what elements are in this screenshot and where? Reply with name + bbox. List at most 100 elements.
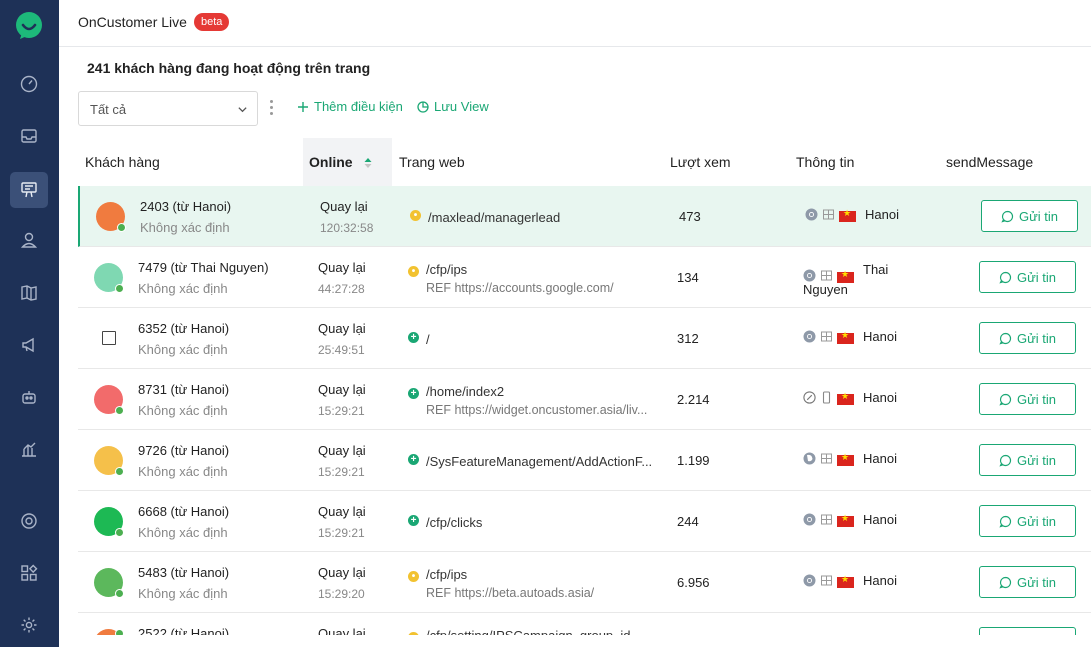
send-message-button[interactable]: Gửi tin xyxy=(981,200,1078,232)
chrome-browser-icon xyxy=(803,513,816,529)
sidebar-item-settings[interactable] xyxy=(10,607,48,643)
windows-device-icon xyxy=(820,452,833,468)
column-header-page[interactable]: Trang web xyxy=(399,138,465,186)
windows-device-icon xyxy=(820,330,833,346)
online-status-dot xyxy=(115,528,124,537)
safari-browser-icon xyxy=(803,391,816,407)
visit-status: Quay lại xyxy=(318,626,366,635)
column-header-info[interactable]: Thông tin xyxy=(796,138,854,186)
page-url[interactable]: /cfp/setting/IPSCampaign_group_id xyxy=(426,628,631,635)
send-message-button[interactable]: Gửi tin xyxy=(979,261,1076,293)
sidebar-item-reports[interactable] xyxy=(10,431,48,467)
send-message-button[interactable]: Gửi tin xyxy=(979,627,1076,635)
reports-icon xyxy=(22,442,36,457)
column-header-online[interactable]: Online xyxy=(303,138,392,186)
send-message-button[interactable]: Gửi tin xyxy=(979,566,1076,598)
customer-name[interactable]: 9726 (từ Hanoi) xyxy=(138,443,229,458)
table-row[interactable]: 2403 (từ Hanoi) Không xác định Quay lại 120… xyxy=(78,186,1091,247)
sort-ascending-icon[interactable] xyxy=(364,157,372,169)
segment-select[interactable]: Tất cả xyxy=(78,91,258,126)
location-line-2: Nguyen xyxy=(803,282,848,297)
online-duration: 15:29:20 xyxy=(318,587,365,601)
customer-name[interactable]: 6668 (từ Hanoi) xyxy=(138,504,229,519)
vietnam-flag-icon xyxy=(837,330,854,344)
customer-name[interactable]: 8731 (từ Hanoi) xyxy=(138,382,229,397)
vietnam-flag-icon xyxy=(837,574,854,588)
sidebar-item-integrations[interactable] xyxy=(10,503,48,539)
pie-chart-icon xyxy=(417,100,429,113)
sidebar-item-bot[interactable] xyxy=(10,379,48,415)
row-checkbox[interactable] xyxy=(102,331,116,345)
bot-icon xyxy=(22,391,36,404)
chrome-browser-icon xyxy=(803,574,816,590)
table-row[interactable]: 6352 (từ Hanoi) Không xác định Quay lại 25:… xyxy=(78,308,1091,369)
integrations-icon xyxy=(21,513,37,529)
online-duration: 44:27:28 xyxy=(318,282,365,296)
customer-subtitle: Không xác định xyxy=(138,403,228,418)
column-header-views[interactable]: Lượt xem xyxy=(670,138,731,186)
table-row[interactable]: 2522 (từ Hanoi) Quay lại • /cfp/setting/IPS… xyxy=(78,613,1091,635)
customer-subtitle: Không xác định xyxy=(138,586,228,601)
table-row[interactable]: 5483 (từ Hanoi) Không xác định Quay lại 15:… xyxy=(78,552,1091,613)
table-row[interactable]: 9726 (từ Hanoi) Không xác định Quay lại 15:… xyxy=(78,430,1091,491)
sidebar-item-apps[interactable] xyxy=(10,555,48,591)
online-duration: 25:49:51 xyxy=(318,343,365,357)
visitor-info xyxy=(803,452,854,468)
column-header-customer[interactable]: Khách hàng xyxy=(85,138,160,186)
location-line-1: Thai xyxy=(863,262,889,277)
send-message-label: Gửi tin xyxy=(1016,513,1057,529)
chevron-down-icon xyxy=(238,107,247,113)
customer-name[interactable]: 5483 (từ Hanoi) xyxy=(138,565,229,580)
save-view-label: Lưu View xyxy=(434,99,489,114)
sidebar-item-contacts[interactable] xyxy=(10,222,48,258)
table-row[interactable]: 8731 (từ Hanoi) Không xác định Quay lại 15:… xyxy=(78,369,1091,430)
knowledge-base-icon xyxy=(21,285,37,301)
visit-status: Quay lại xyxy=(318,504,366,519)
chat-bubble-icon xyxy=(999,454,1012,466)
page-url[interactable]: /home/index2 xyxy=(426,384,504,399)
campaign-icon xyxy=(22,337,34,353)
visit-status: Quay lại xyxy=(318,260,366,275)
sidebar-item-campaigns[interactable] xyxy=(10,327,48,363)
sidebar-item-inbox[interactable] xyxy=(10,118,48,154)
table-row[interactable]: 6668 (từ Hanoi) Không xác định Quay lại 15:… xyxy=(78,491,1091,552)
send-message-button[interactable]: Gửi tin xyxy=(979,505,1076,537)
windows-device-icon xyxy=(820,574,833,590)
settings-icon xyxy=(21,617,37,633)
page-url[interactable]: /SysFeatureManagement/AddActionF... xyxy=(426,454,652,469)
page-url[interactable]: /cfp/ips xyxy=(426,567,467,582)
page-url[interactable]: /cfp/ips xyxy=(426,262,467,277)
oncustomer-logo-icon[interactable] xyxy=(14,11,44,41)
segment-select-value: Tất cả xyxy=(90,102,127,117)
customer-name[interactable]: 7479 (từ Thai Nguyen) xyxy=(138,260,269,275)
sidebar-item-live-visitors[interactable] xyxy=(10,172,48,208)
table-row[interactable]: 7479 (từ Thai Nguyen) Không xác định Quay … xyxy=(78,247,1091,308)
add-condition-button[interactable]: Thêm điều kiện xyxy=(297,99,403,114)
customer-name[interactable]: 2403 (từ Hanoi) xyxy=(140,199,231,214)
page-view-count: 134 xyxy=(677,270,699,285)
send-message-button[interactable]: Gửi tin xyxy=(979,322,1076,354)
page-status-icon: + xyxy=(408,332,419,343)
sidebar-item-dashboard[interactable] xyxy=(10,66,48,102)
online-status-dot xyxy=(117,223,126,232)
visit-status: Quay lại xyxy=(318,321,366,336)
more-options-icon[interactable] xyxy=(268,100,274,118)
column-header-online-label: Online xyxy=(309,154,353,170)
page-url[interactable]: /maxlead/managerlead xyxy=(428,210,560,225)
customer-subtitle: Không xác định xyxy=(138,464,228,479)
save-view-button[interactable]: Lưu View xyxy=(417,99,489,114)
online-duration: 15:29:21 xyxy=(318,404,365,418)
page-url[interactable]: / xyxy=(426,332,430,347)
windows-device-icon xyxy=(820,513,833,529)
vietnam-flag-icon xyxy=(837,391,854,405)
customer-name[interactable]: 2522 (từ Hanoi) xyxy=(138,626,229,635)
page-url[interactable]: /cfp/clicks xyxy=(426,515,482,530)
sidebar xyxy=(0,0,59,647)
customer-subtitle: Không xác định xyxy=(138,525,228,540)
column-header-send[interactable]: sendMessage xyxy=(946,138,1033,186)
visitor-info xyxy=(805,208,856,224)
sidebar-item-knowledge-base[interactable] xyxy=(10,275,48,311)
send-message-button[interactable]: Gửi tin xyxy=(979,444,1076,476)
send-message-button[interactable]: Gửi tin xyxy=(979,383,1076,415)
customer-name[interactable]: 6352 (từ Hanoi) xyxy=(138,321,229,336)
